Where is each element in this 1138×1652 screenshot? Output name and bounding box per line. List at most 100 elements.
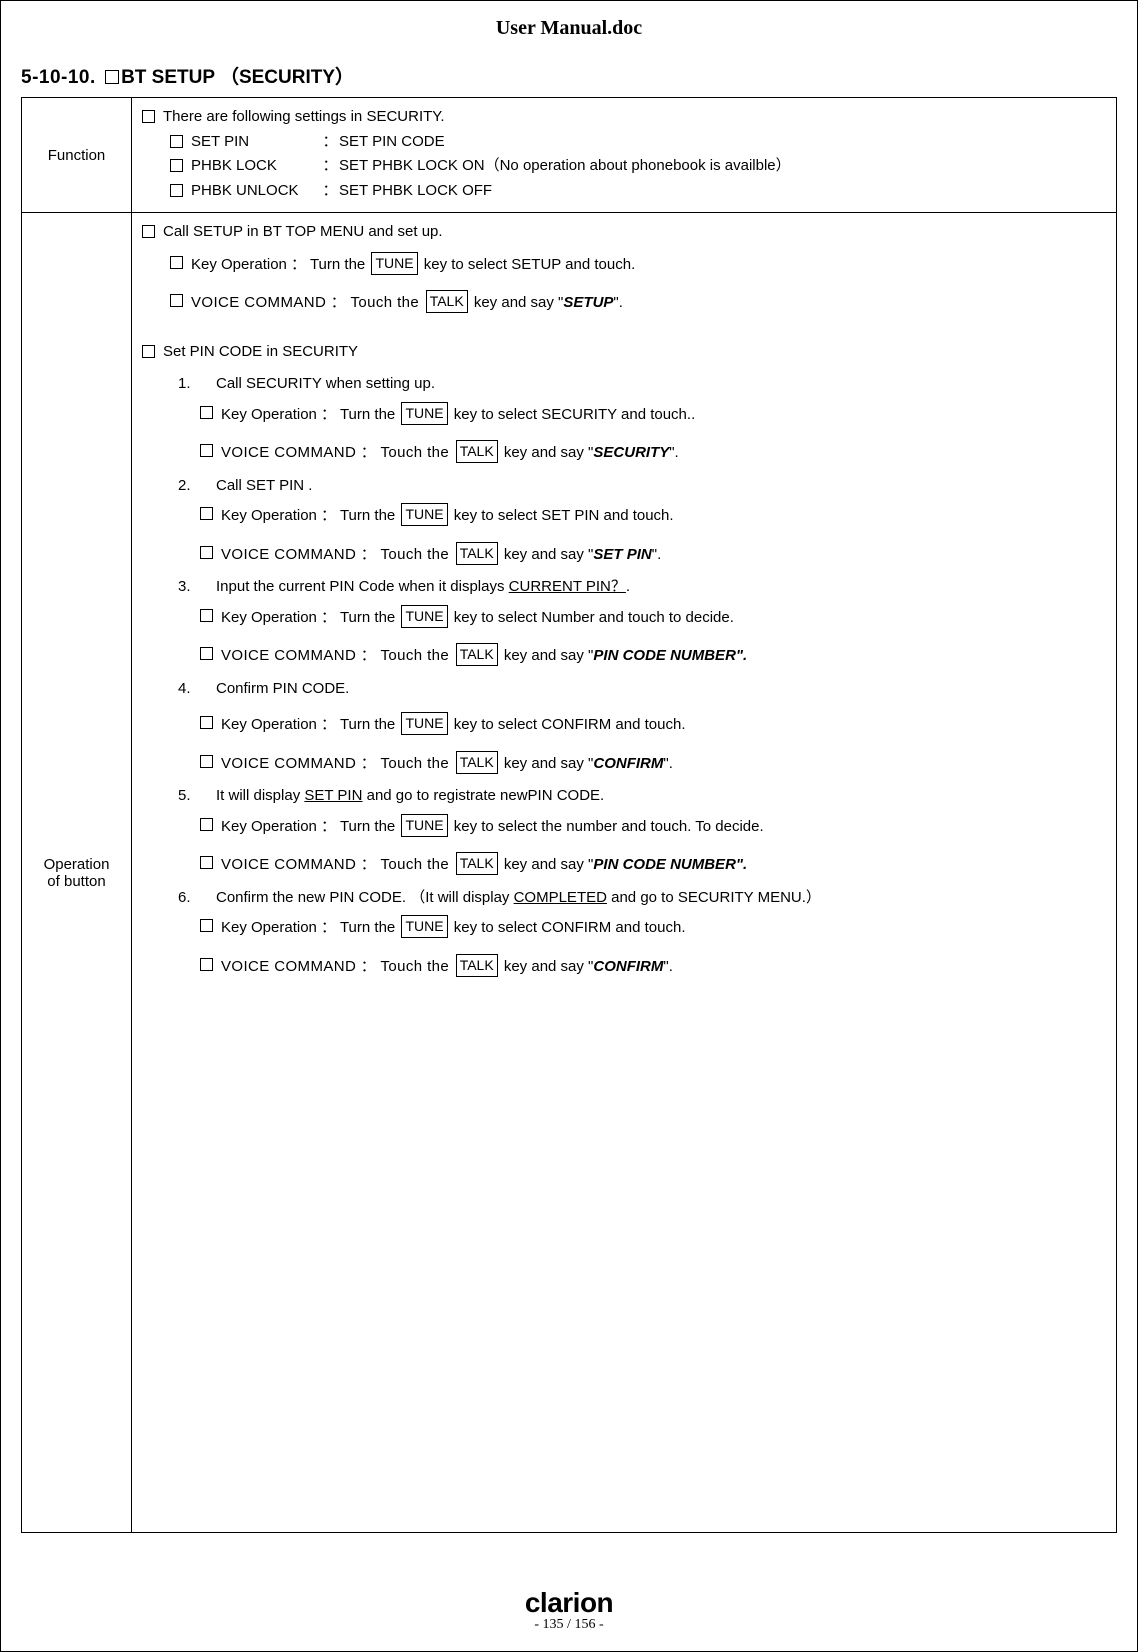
checkbox-icon xyxy=(105,70,119,84)
key-operation-line: Key Operation ： Turn the TUNE key to sel… xyxy=(221,915,685,940)
list-item: Key Operation ： Turn the TUNE key to sel… xyxy=(142,814,1102,839)
list-item: There are following settings in SECURITY… xyxy=(142,106,1102,129)
spec-table: Function There are following settings in… xyxy=(21,97,1117,1533)
tune-key: TUNE xyxy=(401,503,447,526)
step-text: Input the current PIN Code when it displ… xyxy=(216,576,630,599)
step-text: Call SECURITY when setting up. xyxy=(216,373,435,396)
page-frame: User Manual.doc 5-10-10. BT SETUP （SECUR… xyxy=(0,0,1138,1652)
tune-key: TUNE xyxy=(401,605,447,628)
function-content-cell: There are following settings in SECURITY… xyxy=(132,98,1117,213)
operation-label-cell: Operation of button xyxy=(22,213,132,1533)
key-operation-line: Key Operation ： Turn the TUNE key to sel… xyxy=(221,503,674,528)
checkbox-icon xyxy=(142,225,155,238)
voice-command-line: VOICE COMMAND ： Touch the TALK key and s… xyxy=(221,542,661,567)
page-footer: clarion - 135 / 156 - xyxy=(1,1587,1137,1633)
voice-command-line: VOICE COMMAND ： Touch the TALK key and s… xyxy=(221,440,679,465)
function-intro: There are following settings in SECURITY… xyxy=(163,106,445,129)
list-item: VOICE COMMAND ： Touch the TALK key and s… xyxy=(142,542,1102,567)
doc-title: User Manual.doc xyxy=(21,17,1117,62)
checkbox-icon xyxy=(200,919,213,932)
step-item: 2. Call SET PIN . Key Operation ： Turn th… xyxy=(142,475,1102,567)
voice-command-line: VOICE COMMAND ： Touch the TALK key and s… xyxy=(221,643,747,668)
section-title: BT SETUP （SECURITY） xyxy=(121,67,354,88)
list-item: PHBK LOCK：SET PHBK LOCK ON（No operation … xyxy=(142,155,1102,178)
step-number: 1. xyxy=(178,373,198,396)
talk-key: TALK xyxy=(456,954,498,977)
operation-content-cell: Call SETUP in BT TOP MENU and set up. Ke… xyxy=(132,213,1117,1533)
page-number: - 135 / 156 - xyxy=(1,1617,1137,1633)
section-heading: 5-10-10. BT SETUP （SECURITY） xyxy=(21,62,1117,89)
checkbox-icon xyxy=(170,184,183,197)
list-item: VOICE COMMAND ： Touch the TALK key and s… xyxy=(142,751,1102,776)
table-row: Operation of button Call SETUP in BT TOP… xyxy=(22,213,1117,1533)
step-item: 5. It will display SET PIN and go to regi… xyxy=(142,785,1102,877)
step-item: 4.Confirm PIN CODE. Key Operation ： Turn… xyxy=(142,678,1102,776)
checkbox-icon xyxy=(170,256,183,269)
table-row: Function There are following settings in… xyxy=(22,98,1117,213)
step-item: 1. Call SECURITY when setting up. Key Ope… xyxy=(142,373,1102,465)
key-operation-line: Key Operation ： Turn the TUNE key to sel… xyxy=(191,252,635,277)
checkbox-icon xyxy=(200,647,213,660)
list-item: VOICE COMMAND ： Touch the TALK key and s… xyxy=(142,954,1102,979)
setting-desc: SET PHBK LOCK OFF xyxy=(339,182,492,199)
talk-key: TALK xyxy=(456,542,498,565)
section-number: 5-10-10. xyxy=(21,67,96,88)
voice-command-line: VOICE COMMAND ： Touch the TALK key and s… xyxy=(221,852,747,877)
voice-command-line: VOICE COMMAND ： Touch the TALK key and s… xyxy=(221,751,673,776)
checkbox-icon xyxy=(200,507,213,520)
operation-label-line1: Operation xyxy=(44,856,110,873)
step-text: Confirm PIN CODE. xyxy=(216,678,349,701)
brand-logo: clarion xyxy=(1,1587,1137,1619)
key-operation-line: Key Operation ： Turn the TUNE key to sel… xyxy=(221,814,764,839)
checkbox-icon xyxy=(142,345,155,358)
talk-key: TALK xyxy=(456,852,498,875)
checkbox-icon xyxy=(200,856,213,869)
setting-name: SET PIN xyxy=(191,131,321,154)
step-item: 3. Input the current PIN Code when it dis… xyxy=(142,576,1102,668)
talk-key: TALK xyxy=(456,440,498,463)
list-item: Key Operation ： Turn the TUNE key to sel… xyxy=(142,252,1102,277)
function-label-cell: Function xyxy=(22,98,132,213)
list-item: VOICE COMMAND ： Touch the TALK key and s… xyxy=(142,852,1102,877)
key-operation-line: Key Operation ： Turn the TUNE key to sel… xyxy=(221,712,685,737)
tune-key: TUNE xyxy=(401,402,447,425)
list-item: VOICE COMMAND ： Touch the TALK key and s… xyxy=(142,440,1102,465)
list-item: VOICE COMMAND ： Touch the TALK key and s… xyxy=(142,643,1102,668)
checkbox-icon xyxy=(142,110,155,123)
step-number: 5. xyxy=(178,785,198,808)
step-number: 3. xyxy=(178,576,198,599)
list-item: Key Operation ： Turn the TUNE key to sel… xyxy=(142,503,1102,528)
checkbox-icon xyxy=(200,406,213,419)
list-item: Key Operation ： Turn the TUNE key to sel… xyxy=(142,712,1102,737)
checkbox-icon xyxy=(200,716,213,729)
checkbox-icon xyxy=(170,159,183,172)
separator: ： xyxy=(321,131,339,154)
checkbox-icon xyxy=(170,135,183,148)
checkbox-icon xyxy=(200,546,213,559)
step-text: Call SET PIN . xyxy=(216,475,312,498)
talk-key: TALK xyxy=(456,751,498,774)
checkbox-icon xyxy=(200,444,213,457)
setting-name: PHBK UNLOCK xyxy=(191,180,321,203)
key-operation-line: Key Operation ： Turn the TUNE key to sel… xyxy=(221,605,734,630)
talk-key: TALK xyxy=(426,290,468,313)
step-number: 2. xyxy=(178,475,198,498)
step-text: Confirm the new PIN CODE. （It will displ… xyxy=(216,887,821,910)
tune-key: TUNE xyxy=(401,915,447,938)
list-item: PHBK UNLOCK：SET PHBK LOCK OFF xyxy=(142,180,1102,203)
step-text: It will display SET PIN and go to regist… xyxy=(216,785,604,808)
tune-key: TUNE xyxy=(401,712,447,735)
list-item: VOICE COMMAND ： Touch the TALK key and s… xyxy=(142,290,1102,315)
list-item: Key Operation ： Turn the TUNE key to sel… xyxy=(142,915,1102,940)
step-item: 6.Confirm the new PIN CODE. （It will dis… xyxy=(142,887,1102,979)
operation-label-line2: of button xyxy=(47,873,105,890)
list-item: Key Operation ： Turn the TUNE key to sel… xyxy=(142,605,1102,630)
operation-intro: Call SETUP in BT TOP MENU and set up. xyxy=(163,221,443,244)
list-item: Key Operation ： Turn the TUNE key to sel… xyxy=(142,402,1102,427)
sub-heading: Set PIN CODE in SECURITY xyxy=(163,341,358,364)
key-operation-line: Key Operation ： Turn the TUNE key to sel… xyxy=(221,402,695,427)
separator: ： xyxy=(321,155,339,178)
checkbox-icon xyxy=(200,755,213,768)
tune-key: TUNE xyxy=(371,252,417,275)
checkbox-icon xyxy=(200,818,213,831)
